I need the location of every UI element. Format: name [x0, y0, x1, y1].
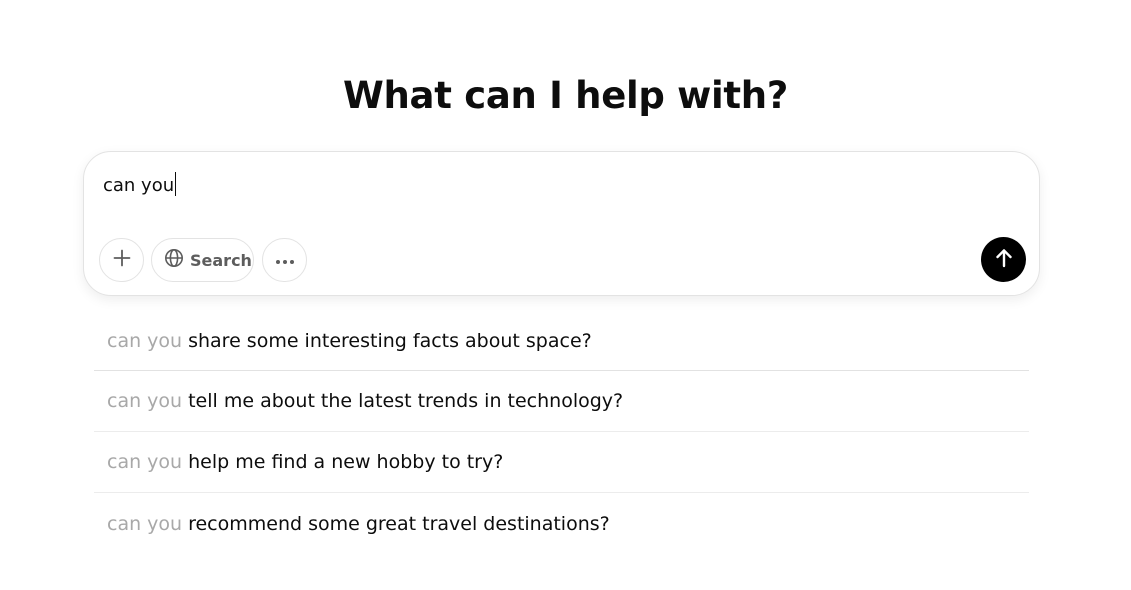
plus-icon — [112, 248, 132, 272]
suggestion-text: help me find a new hobby to try? — [188, 451, 504, 473]
prompt-input[interactable]: can you — [103, 172, 963, 198]
suggestion-item[interactable]: can you share some interesting facts abo… — [94, 311, 1029, 371]
page: What can I help with? can you Search can… — [0, 0, 1131, 590]
add-attachment-button[interactable] — [99, 238, 144, 282]
more-options-button[interactable] — [262, 238, 307, 282]
search-button[interactable]: Search — [151, 238, 254, 282]
search-button-label: Search — [190, 250, 252, 270]
suggestion-prefix: can you — [107, 451, 183, 473]
globe-icon — [164, 248, 184, 272]
suggestion-text: tell me about the latest trends in techn… — [188, 390, 624, 412]
ellipsis-icon — [274, 251, 296, 270]
suggestion-prefix: can you — [107, 512, 183, 535]
send-button[interactable] — [981, 237, 1026, 282]
suggestion-prefix: can you — [107, 390, 183, 412]
suggestion-item[interactable]: can you help me find a new hobby to try? — [94, 432, 1029, 493]
suggestion-prefix: can you — [107, 329, 183, 352]
suggestion-item[interactable]: can you tell me about the latest trends … — [94, 371, 1029, 432]
suggestion-item[interactable]: can you recommend some great travel dest… — [94, 493, 1029, 554]
suggestion-text: share some interesting facts about space… — [188, 329, 592, 352]
page-title: What can I help with? — [343, 74, 788, 117]
suggestion-list: can you share some interesting facts abo… — [94, 311, 1029, 554]
suggestion-text: recommend some great travel destinations… — [188, 512, 610, 535]
arrow-up-icon — [993, 247, 1015, 273]
prompt-input-value: can you — [103, 175, 175, 196]
text-caret — [175, 172, 177, 196]
prompt-composer: can you Search — [83, 151, 1040, 296]
